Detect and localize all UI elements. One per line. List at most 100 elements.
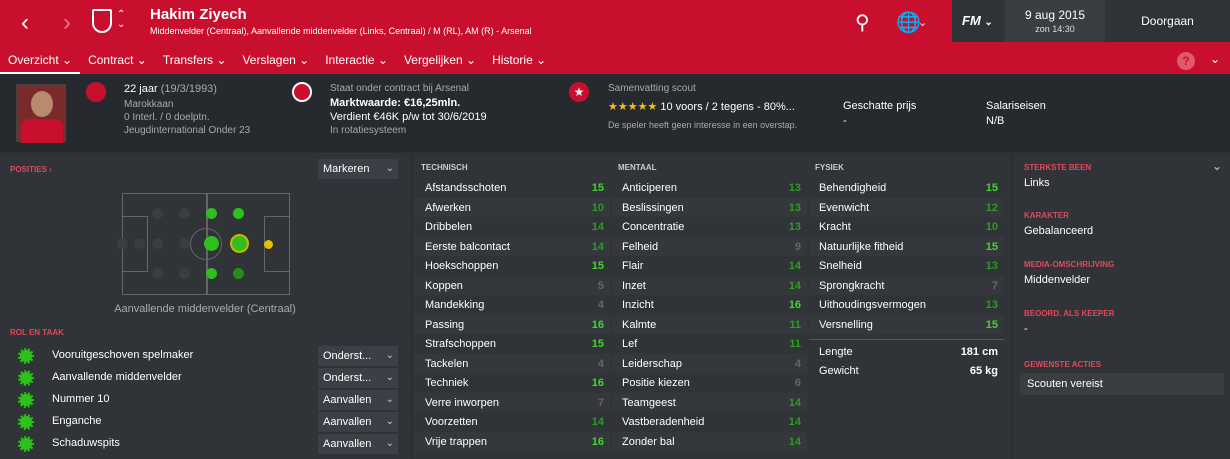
attribute-value: 14 (788, 279, 801, 292)
position-dot[interactable] (152, 238, 163, 249)
pitch-diagram (117, 193, 290, 295)
attribute-row[interactable]: Flair 14 (612, 256, 807, 276)
attribute-row[interactable]: Anticiperen 13 (612, 178, 807, 198)
position-dot[interactable] (117, 238, 128, 249)
position-dot[interactable] (179, 268, 190, 279)
attribute-row[interactable]: Eerste balcontact 14 (415, 236, 610, 256)
attribute-value: 9 (794, 240, 801, 253)
chevron-down-icon[interactable]: ⌄ (918, 16, 927, 29)
club-badge-icon[interactable] (92, 9, 112, 33)
attribute-row[interactable]: Snelheid 13 (809, 256, 1004, 276)
attribute-row[interactable]: Versnelling 15 (809, 314, 1004, 334)
attribute-value: 15 (591, 338, 604, 350)
forward-arrow-icon[interactable]: › (52, 8, 82, 38)
attribute-name: Leiderschap (622, 357, 682, 370)
tab-interaction[interactable]: Interactie ⌄ (317, 47, 396, 74)
attribute-row[interactable]: Kracht 10 (809, 217, 1004, 237)
role-suitability-icon (18, 436, 34, 452)
attribute-row[interactable]: Kalmte 11 (612, 314, 807, 334)
attribute-row[interactable]: Sprongkracht 7 (809, 275, 1004, 295)
position-dot[interactable] (152, 208, 163, 219)
position-dot[interactable] (264, 240, 273, 249)
contract-status: Staat onder contract bij Arsenal (330, 83, 469, 94)
position-dot[interactable] (134, 238, 145, 249)
market-value: Marktwaarde: €16,25mln. (330, 97, 461, 109)
attribute-value: 14 (788, 260, 801, 272)
position-dot[interactable] (233, 208, 244, 219)
attribute-row[interactable]: Vrije trappen 16 (415, 431, 610, 451)
attribute-row[interactable]: Dribbelen 14 (415, 217, 610, 237)
attribute-row[interactable]: Techniek 16 (415, 373, 610, 393)
attribute-row[interactable]: Passing 16 (415, 314, 610, 334)
attribute-row[interactable]: Koppen 5 (415, 275, 610, 295)
attribute-row[interactable]: Positie kiezen 6 (612, 373, 807, 393)
role-row[interactable]: Schaduwspits Aanvallen ⌄ (0, 433, 400, 455)
attribute-row[interactable]: Evenwicht 12 (809, 197, 1004, 217)
attribute-row[interactable]: Concentratie 13 (612, 217, 807, 237)
attribute-row[interactable]: Verre inworpen 7 (415, 392, 610, 412)
attribute-row[interactable]: Tackelen 4 (415, 353, 610, 373)
chevron-down-icon: ⌄ (385, 372, 394, 383)
duty-dropdown[interactable]: Aanvallen ⌄ (318, 412, 398, 432)
tab-contract[interactable]: Contract ⌄ (80, 47, 155, 74)
scouting-required-button[interactable]: Scouten vereist (1020, 373, 1224, 395)
duty-dropdown[interactable]: Aanvallen ⌄ (318, 390, 398, 410)
attribute-row[interactable]: Lef 11 (612, 334, 807, 354)
tab-transfers[interactable]: Transfers ⌄ (155, 47, 235, 74)
tab-reports[interactable]: Verslagen ⌄ (234, 47, 317, 74)
weight-label: Gewicht (819, 365, 859, 377)
chevron-down-icon[interactable]: ⌄ (1212, 159, 1222, 173)
role-row[interactable]: Enganche Aanvallen ⌄ (0, 411, 400, 433)
attribute-row[interactable]: Felheid 9 (612, 236, 807, 256)
continue-button[interactable]: Doorgaan (1105, 0, 1230, 42)
caps: 0 Interl. / 0 doelptn. (124, 112, 210, 123)
role-row[interactable]: Nummer 10 Aanvallen ⌄ (0, 389, 400, 411)
attribute-row[interactable]: Leiderschap 4 (612, 353, 807, 373)
more-icon[interactable]: ⌄ (1210, 52, 1220, 66)
back-arrow-icon[interactable]: ‹ (10, 8, 40, 38)
media-label: MEDIA-OMSCHRIJVING (1024, 260, 1115, 269)
position-dot[interactable] (233, 268, 244, 279)
help-icon[interactable]: ? (1177, 52, 1195, 70)
height-value: 181 cm (960, 346, 998, 358)
tab-overview[interactable]: Overzicht ⌄ (0, 47, 81, 74)
position-dot[interactable] (206, 268, 217, 279)
position-dot[interactable] (232, 236, 247, 251)
position-dot[interactable] (179, 208, 190, 219)
attribute-row[interactable]: Voorzetten 14 (415, 412, 610, 432)
position-dot[interactable] (152, 268, 163, 279)
attribute-row[interactable]: Zonder bal 14 (612, 431, 807, 451)
attribute-row[interactable]: Natuurlijke fitheid 15 (809, 236, 1004, 256)
attribute-row[interactable]: Afstandsschoten 15 (415, 178, 610, 198)
duty-dropdown[interactable]: Onderst... ⌄ (318, 368, 398, 388)
attribute-row[interactable]: Inzicht 16 (612, 295, 807, 315)
attribute-row[interactable]: Teamgeest 14 (612, 392, 807, 412)
attribute-row[interactable]: Inzet 14 (612, 275, 807, 295)
attribute-row[interactable]: Uithoudingsvermogen 13 (809, 295, 1004, 315)
strongest-foot-value: Links (1024, 177, 1050, 189)
attribute-row[interactable]: Strafschoppen 15 (415, 334, 610, 354)
fm-menu-button[interactable]: FM ⌄ (952, 0, 1005, 42)
duty-dropdown[interactable]: Onderst... ⌄ (318, 346, 398, 366)
attribute-row[interactable]: Vastberadenheid 14 (612, 412, 807, 432)
position-dot[interactable] (204, 236, 219, 251)
search-icon[interactable]: ⚲ (855, 10, 870, 35)
attribute-value: 4 (794, 357, 801, 370)
positions-label[interactable]: POSITIES › (10, 165, 52, 174)
tab-history[interactable]: Historie ⌄ (484, 47, 554, 74)
attribute-row[interactable]: Behendigheid 15 (809, 178, 1004, 198)
tab-compare[interactable]: Vergelijken ⌄ (396, 47, 484, 74)
position-dot[interactable] (206, 208, 217, 219)
role-row[interactable]: Aanvallende middenvelder Onderst... ⌄ (0, 367, 400, 389)
club-switch-icon[interactable]: ⌃ ⌄ (117, 10, 125, 30)
attribute-row[interactable]: Afwerken 10 (415, 197, 610, 217)
date-box[interactable]: 9 aug 2015 zon 14:30 (1005, 0, 1105, 42)
highlight-dropdown[interactable]: Markeren ⌄ (318, 159, 398, 179)
duty-dropdown[interactable]: Aanvallen ⌄ (318, 434, 398, 454)
position-dot[interactable] (179, 238, 190, 249)
attribute-row[interactable]: Hoekschoppen 15 (415, 256, 610, 276)
role-row[interactable]: Vooruitgeschoven spelmaker Onderst... ⌄ (0, 345, 400, 367)
attribute-name: Afwerken (425, 201, 471, 214)
attribute-row[interactable]: Beslissingen 13 (612, 197, 807, 217)
attribute-row[interactable]: Mandekking 4 (415, 295, 610, 315)
